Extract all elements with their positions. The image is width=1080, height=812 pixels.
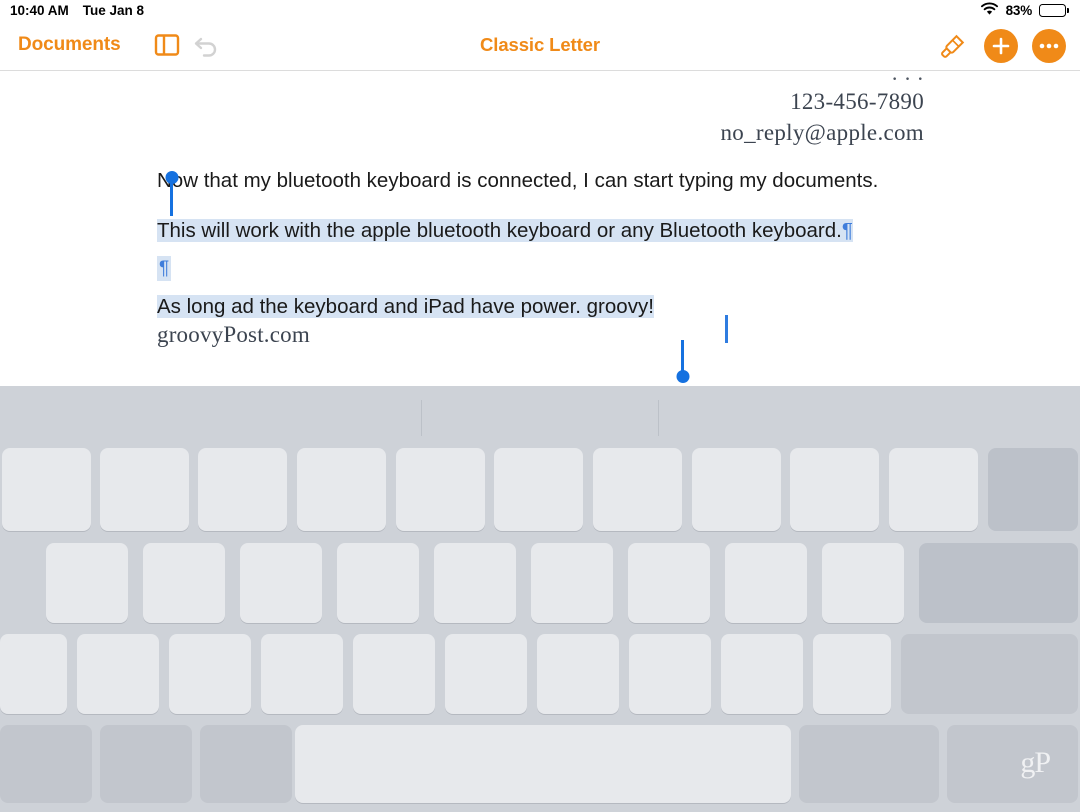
keyboard-key[interactable] [46,543,128,623]
keyboard-home-row [0,634,1080,714]
document-body[interactable]: Now that my bluetooth keyboard is connec… [157,156,957,383]
keyboard-key[interactable] [799,725,939,803]
paragraph-1-text: Now that my bluetooth keyboard is connec… [157,169,879,192]
more-options-button[interactable] [1032,28,1066,63]
keyboard-key[interactable] [77,634,159,714]
keyboard-key[interactable] [2,448,91,531]
keyboard-key[interactable] [790,448,879,531]
undo-arrow-icon[interactable] [187,25,227,65]
ipad-screen: 10:40 AM Tue Jan 8 83% Documents Classic… [0,0,1080,812]
keyboard-key[interactable] [988,448,1078,531]
letterhead-phone: 123-456-7890 [790,89,924,114]
keyboard-key[interactable] [721,634,803,714]
paragraph-4-text: As long ad the keyboard and iPad have po… [157,295,654,318]
letterhead-block: · · · 123-456-7890 no_reply@apple.com [721,72,925,148]
groovypost-watermark: gP [1020,746,1051,779]
predictive-text-bar[interactable] [0,386,1080,448]
paragraph-1[interactable]: Now that my bluetooth keyboard is connec… [157,156,957,206]
status-date: Tue Jan 8 [82,2,145,18]
keyboard-key[interactable] [169,634,251,714]
selection-start-handle[interactable] [165,171,178,216]
paragraph-2[interactable]: This will work with the apple bluetooth … [157,171,957,256]
format-brush-icon[interactable] [936,29,970,63]
keyboard-key[interactable] [100,725,192,803]
keyboard-key[interactable] [200,725,292,803]
predictive-divider-1 [421,400,422,436]
keyboard-key[interactable] [337,543,419,623]
keyboard-key[interactable] [822,543,904,623]
keyboard-key[interactable] [445,634,527,714]
battery-icon [1039,3,1069,17]
keyboard-key[interactable] [593,448,682,531]
add-button[interactable] [984,28,1018,63]
status-time: 10:40 AM [10,2,69,18]
keyboard-key[interactable] [531,543,613,623]
paragraph-2-pilcrow: ¶ [841,219,853,242]
keyboard-key[interactable] [295,725,791,803]
text-caret [725,315,728,343]
keyboard-key[interactable] [537,634,619,714]
keyboard-key[interactable] [725,543,807,623]
keyboard-key[interactable] [901,634,1078,714]
paragraph-2-text: This will work with the apple bluetooth … [157,219,842,242]
keyboard-key[interactable] [0,725,92,803]
letterhead-email: no_reply@apple.com [720,120,924,145]
keyboard-key[interactable] [434,543,516,623]
document-footer: groovyPost.com [157,322,310,347]
toolbar-left-group: Documents [0,25,227,65]
paragraph-3-empty[interactable]: ¶ [157,256,957,282]
letterhead-clipped-line: · · · [891,72,924,86]
keyboard-key[interactable] [947,725,1078,803]
paragraph-3-pilcrow: ¶ [157,256,172,281]
keyboard-key[interactable] [240,543,322,623]
keyboard-key[interactable] [692,448,781,531]
keyboard-key[interactable] [396,448,485,531]
document-canvas[interactable]: · · · 123-456-7890 no_reply@apple.com No… [0,72,1080,386]
keyboard-key[interactable] [100,448,189,531]
status-bar-left: 10:40 AM Tue Jan 8 [10,3,144,18]
battery-percent: 83% [1005,2,1033,18]
keyboard-key[interactable] [629,634,711,714]
keyboard-key[interactable] [198,448,287,531]
app-toolbar: Documents Classic Letter [0,20,1080,71]
keyboard-key[interactable] [919,543,1078,623]
keyboard-number-row [0,448,1080,531]
documents-button[interactable]: Documents [18,34,147,56]
keyboard-bottom-row [0,725,1080,803]
keyboard-key[interactable] [889,448,978,531]
keyboard-top-letter-row [0,543,1080,623]
keyboard-key[interactable] [143,543,225,623]
selection-end-handle[interactable] [676,340,689,383]
keyboard-key[interactable] [494,448,583,531]
toolbar-right-group [936,20,1066,71]
keyboard-key[interactable] [353,634,435,714]
layout-panel-icon[interactable] [147,25,187,65]
status-bar: 10:40 AM Tue Jan 8 83% [0,0,1080,20]
keyboard-key[interactable] [297,448,386,531]
keyboard-key[interactable] [628,543,710,623]
onscreen-keyboard[interactable]: gP [0,386,1080,812]
keyboard-key[interactable] [261,634,343,714]
keyboard-key[interactable] [0,634,67,714]
predictive-divider-2 [658,400,659,436]
keyboard-key[interactable] [813,634,891,714]
home-indicator-area [0,808,1080,812]
status-bar-right: 83% [980,2,1069,19]
wifi-icon [980,2,999,19]
